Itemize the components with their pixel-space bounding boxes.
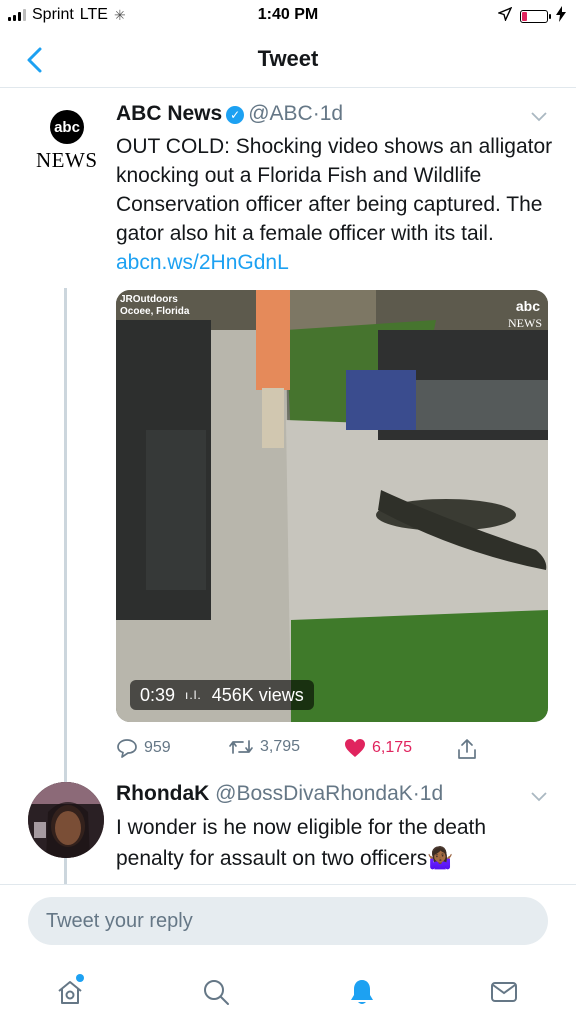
like-count: 6,175 [372, 739, 413, 756]
battery-level [522, 12, 527, 21]
reply-header: RhondaK @BossDivaRhondaK·1d [116, 782, 443, 806]
tweet-time: 1d [319, 102, 344, 125]
reply-icon [117, 739, 137, 758]
search-icon [204, 980, 229, 1005]
tweet-header: ABC News ✓ @ABC·1d [116, 102, 343, 126]
reply-tweet[interactable]: RhondaK @BossDivaRhondaK·1d I wonder is … [0, 776, 576, 886]
reply-text: I wonder is he now eligible for the deat… [116, 816, 487, 870]
navigation-bar: Tweet [0, 34, 576, 88]
video-source-location: Ocoee, Florida [120, 306, 190, 317]
status-bar: Sprint LTE ✳ 1:40 PM [0, 0, 576, 34]
video-duration: 0:39 [140, 684, 176, 705]
chevron-down-icon [531, 112, 547, 122]
volume-bars-icon: ı.l. [185, 688, 202, 702]
video-info-badge: 0:39 ı.l. 456K views [130, 680, 314, 710]
heart-icon [345, 739, 365, 757]
envelope-icon [491, 982, 517, 1002]
tweet-menu-button[interactable] [528, 106, 550, 128]
video-source-label: JROutdoors Ocoee, Florida [120, 294, 189, 318]
reply-composer [0, 884, 576, 960]
avatar-photo [28, 782, 104, 858]
reply-input[interactable] [28, 897, 548, 945]
reply-author-handle[interactable]: @BossDivaRhondaK [215, 782, 413, 805]
separator: · [312, 102, 320, 125]
share-button[interactable] [456, 738, 478, 760]
verified-badge-icon: ✓ [226, 106, 245, 124]
retweet-icon [229, 740, 253, 754]
tweet-body: OUT COLD: Shocking video shows an alliga… [116, 135, 553, 245]
new-content-dot [76, 974, 84, 982]
reply-count: 959 [144, 739, 171, 756]
bell-icon [351, 980, 373, 1004]
separator: · [412, 782, 420, 805]
reply-button[interactable]: 959 [116, 738, 171, 758]
retweet-button[interactable]: 3,795 [228, 738, 300, 756]
tab-search[interactable] [196, 972, 236, 1012]
tweet-actions: 959 3,795 6,175 [116, 738, 556, 766]
share-icon [458, 739, 476, 759]
author-name[interactable]: ABC News [116, 102, 222, 125]
clock: 1:40 PM [257, 6, 319, 23]
video-source-name: JROutdoors [120, 294, 178, 305]
video-views: 456K views [211, 684, 304, 705]
reply-menu-button[interactable] [528, 786, 550, 808]
thread-line [64, 868, 67, 884]
charging-icon [556, 6, 566, 27]
retweet-count: 3,795 [260, 738, 301, 755]
chevron-down-icon [531, 792, 547, 802]
tab-notifications[interactable] [342, 972, 382, 1012]
avatar[interactable] [28, 782, 104, 858]
like-button[interactable]: 6,175 [344, 738, 412, 758]
tweet-text: OUT COLD: Shocking video shows an alliga… [116, 132, 556, 277]
reply-time: 1d [419, 782, 444, 805]
author-handle[interactable]: @ABC [248, 102, 313, 125]
watermark-logo: abc [515, 298, 540, 314]
tab-bar [0, 960, 576, 1024]
abc-logo: abc [50, 110, 84, 144]
tweet-link[interactable]: abcn.ws/2HnGdnL [116, 251, 289, 274]
page-title: Tweet [257, 46, 319, 71]
battery-icon [520, 10, 551, 23]
tab-messages[interactable] [484, 972, 524, 1012]
video-player[interactable]: JROutdoors Ocoee, Florida abc NEWS 0:39 … [116, 290, 548, 722]
watermark-caption: NEWS [508, 316, 542, 330]
tab-home[interactable] [50, 972, 90, 1012]
avatar-caption: NEWS [36, 148, 98, 172]
avatar[interactable]: abc NEWS [30, 110, 102, 182]
reply-author-name[interactable]: RhondaK [116, 782, 209, 805]
location-icon [496, 6, 513, 26]
video-thumbnail [116, 290, 548, 722]
